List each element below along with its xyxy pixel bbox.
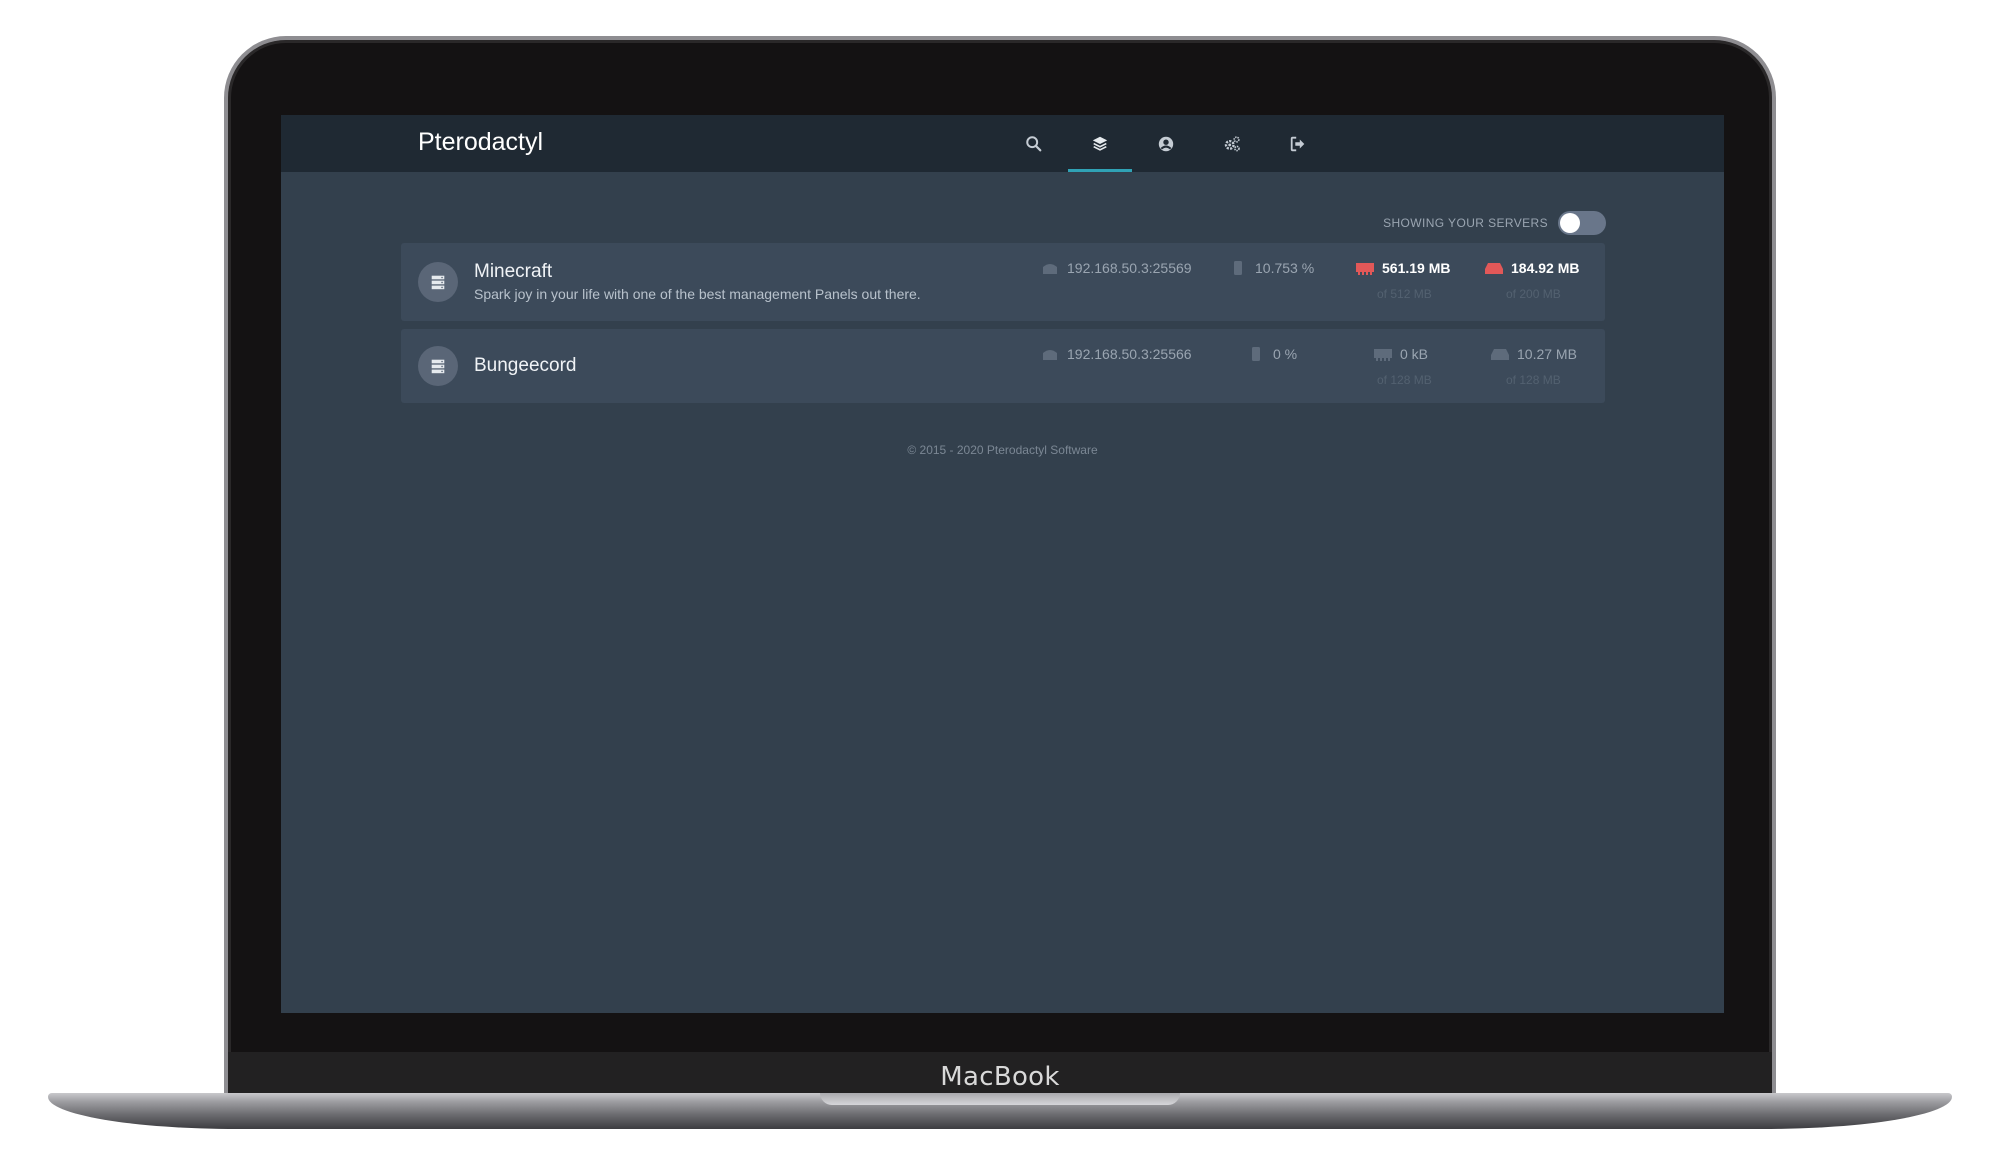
server-filter-label: SHOWING YOUR SERVERS [1383, 216, 1548, 230]
app-brand[interactable]: Pterodactyl [418, 128, 543, 157]
address-value: 192.168.50.3:25569 [1067, 260, 1192, 276]
server-filter: SHOWING YOUR SERVERS [1383, 211, 1606, 235]
server-address: 192.168.50.3:25566 [1041, 346, 1192, 362]
memory-icon [1356, 263, 1374, 275]
navbar: Pterodactyl [281, 115, 1724, 172]
user-circle-icon [1158, 136, 1174, 151]
server-filter-toggle[interactable] [1558, 211, 1606, 235]
address-value: 192.168.50.3:25566 [1067, 346, 1192, 362]
memory-value: 0 kB [1400, 346, 1429, 362]
disk-value: 184.92 MB [1511, 260, 1580, 276]
nav-logout[interactable] [1266, 115, 1330, 172]
server-name: Bungeecord [474, 355, 577, 376]
server-row-minecraft[interactable]: Minecraft Spark joy in your life with on… [401, 243, 1605, 321]
ethernet-icon [1043, 350, 1057, 360]
server-row-bungeecord[interactable]: Bungeecord 192.168.50.3:25566 0 % 0 kB o… [401, 329, 1605, 403]
server-memory: 561.19 MB [1356, 260, 1450, 276]
cpu-value: 0 % [1273, 346, 1298, 362]
microchip-icon [1234, 261, 1242, 275]
hdd-icon [1491, 349, 1509, 360]
server-disk: 184.92 MB [1485, 260, 1579, 276]
server-address: 192.168.50.3:25569 [1041, 260, 1192, 276]
nav-search[interactable] [1002, 115, 1066, 172]
ethernet-icon [1043, 264, 1057, 274]
server-icon [418, 262, 458, 302]
memory-value: 561.19 MB [1382, 260, 1451, 276]
server-name: Minecraft [474, 261, 553, 282]
nav-admin[interactable] [1200, 115, 1264, 172]
cpu-value: 10.753 % [1255, 260, 1315, 276]
footer-copyright: © 2015 - 2020 Pterodactyl Software [907, 443, 1098, 457]
server-cpu: 0 % [1247, 346, 1297, 362]
sign-out-icon [1290, 136, 1305, 151]
laptop-notch [820, 1093, 1180, 1105]
server-disk: 10.27 MB [1491, 346, 1577, 362]
memory-limit: of 512 MB [1377, 287, 1432, 301]
disk-limit: of 128 MB [1506, 373, 1561, 387]
memory-limit: of 128 MB [1377, 373, 1432, 387]
app-screen: Pterodactyl SHOWING YOUR SERVERS Minecra… [281, 115, 1724, 1013]
microchip-icon [1252, 347, 1260, 361]
toggle-knob [1560, 213, 1580, 233]
search-icon [1026, 135, 1042, 151]
server-cpu: 10.753 % [1229, 260, 1314, 276]
nav-servers[interactable] [1068, 115, 1132, 172]
server-memory: 0 kB [1374, 346, 1428, 362]
hdd-icon [1485, 263, 1503, 274]
server-icon [418, 346, 458, 386]
laptop-brand-label: MacBook [940, 1062, 1060, 1092]
layers-icon [1092, 136, 1108, 151]
nav-account[interactable] [1134, 115, 1198, 172]
memory-icon [1374, 349, 1392, 361]
disk-value: 10.27 MB [1517, 346, 1577, 362]
cogs-icon [1224, 135, 1240, 151]
disk-limit: of 200 MB [1506, 287, 1561, 301]
server-description: Spark joy in your life with one of the b… [474, 286, 921, 302]
